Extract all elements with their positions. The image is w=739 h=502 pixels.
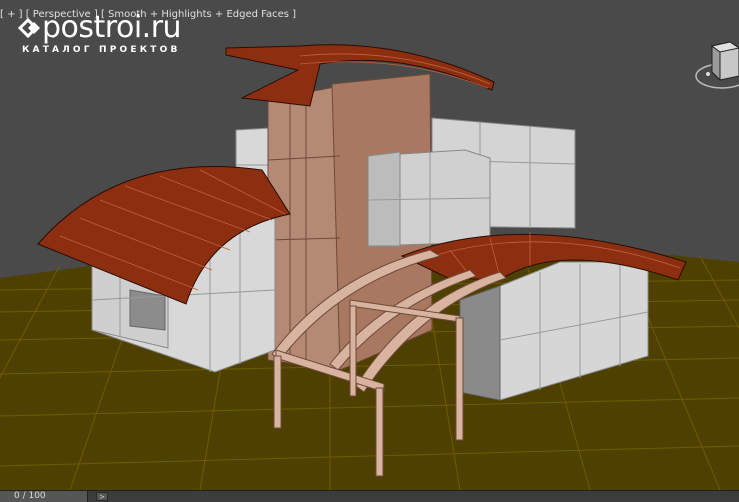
time-slider[interactable]: 0 / 100 > [0,490,739,502]
watermark: postroi.ru КАТАЛОГ ПРОЕКТОВ [14,10,214,64]
diamond-logo-icon [17,17,40,39]
perspective-viewport[interactable]: [ + ] [ Perspective ] [ Smooth + Highlig… [0,0,739,490]
scene-render [0,44,739,490]
watermark-site: postroi.ru [42,10,182,45]
watermark-subtitle: КАТАЛОГ ПРОЕКТОВ [22,45,181,55]
frame-counter[interactable]: 0 / 100 [0,491,88,502]
viewcube-icon[interactable] [690,36,739,96]
next-frame-arrow-icon[interactable]: > [96,492,108,501]
middle-block [367,149,491,247]
